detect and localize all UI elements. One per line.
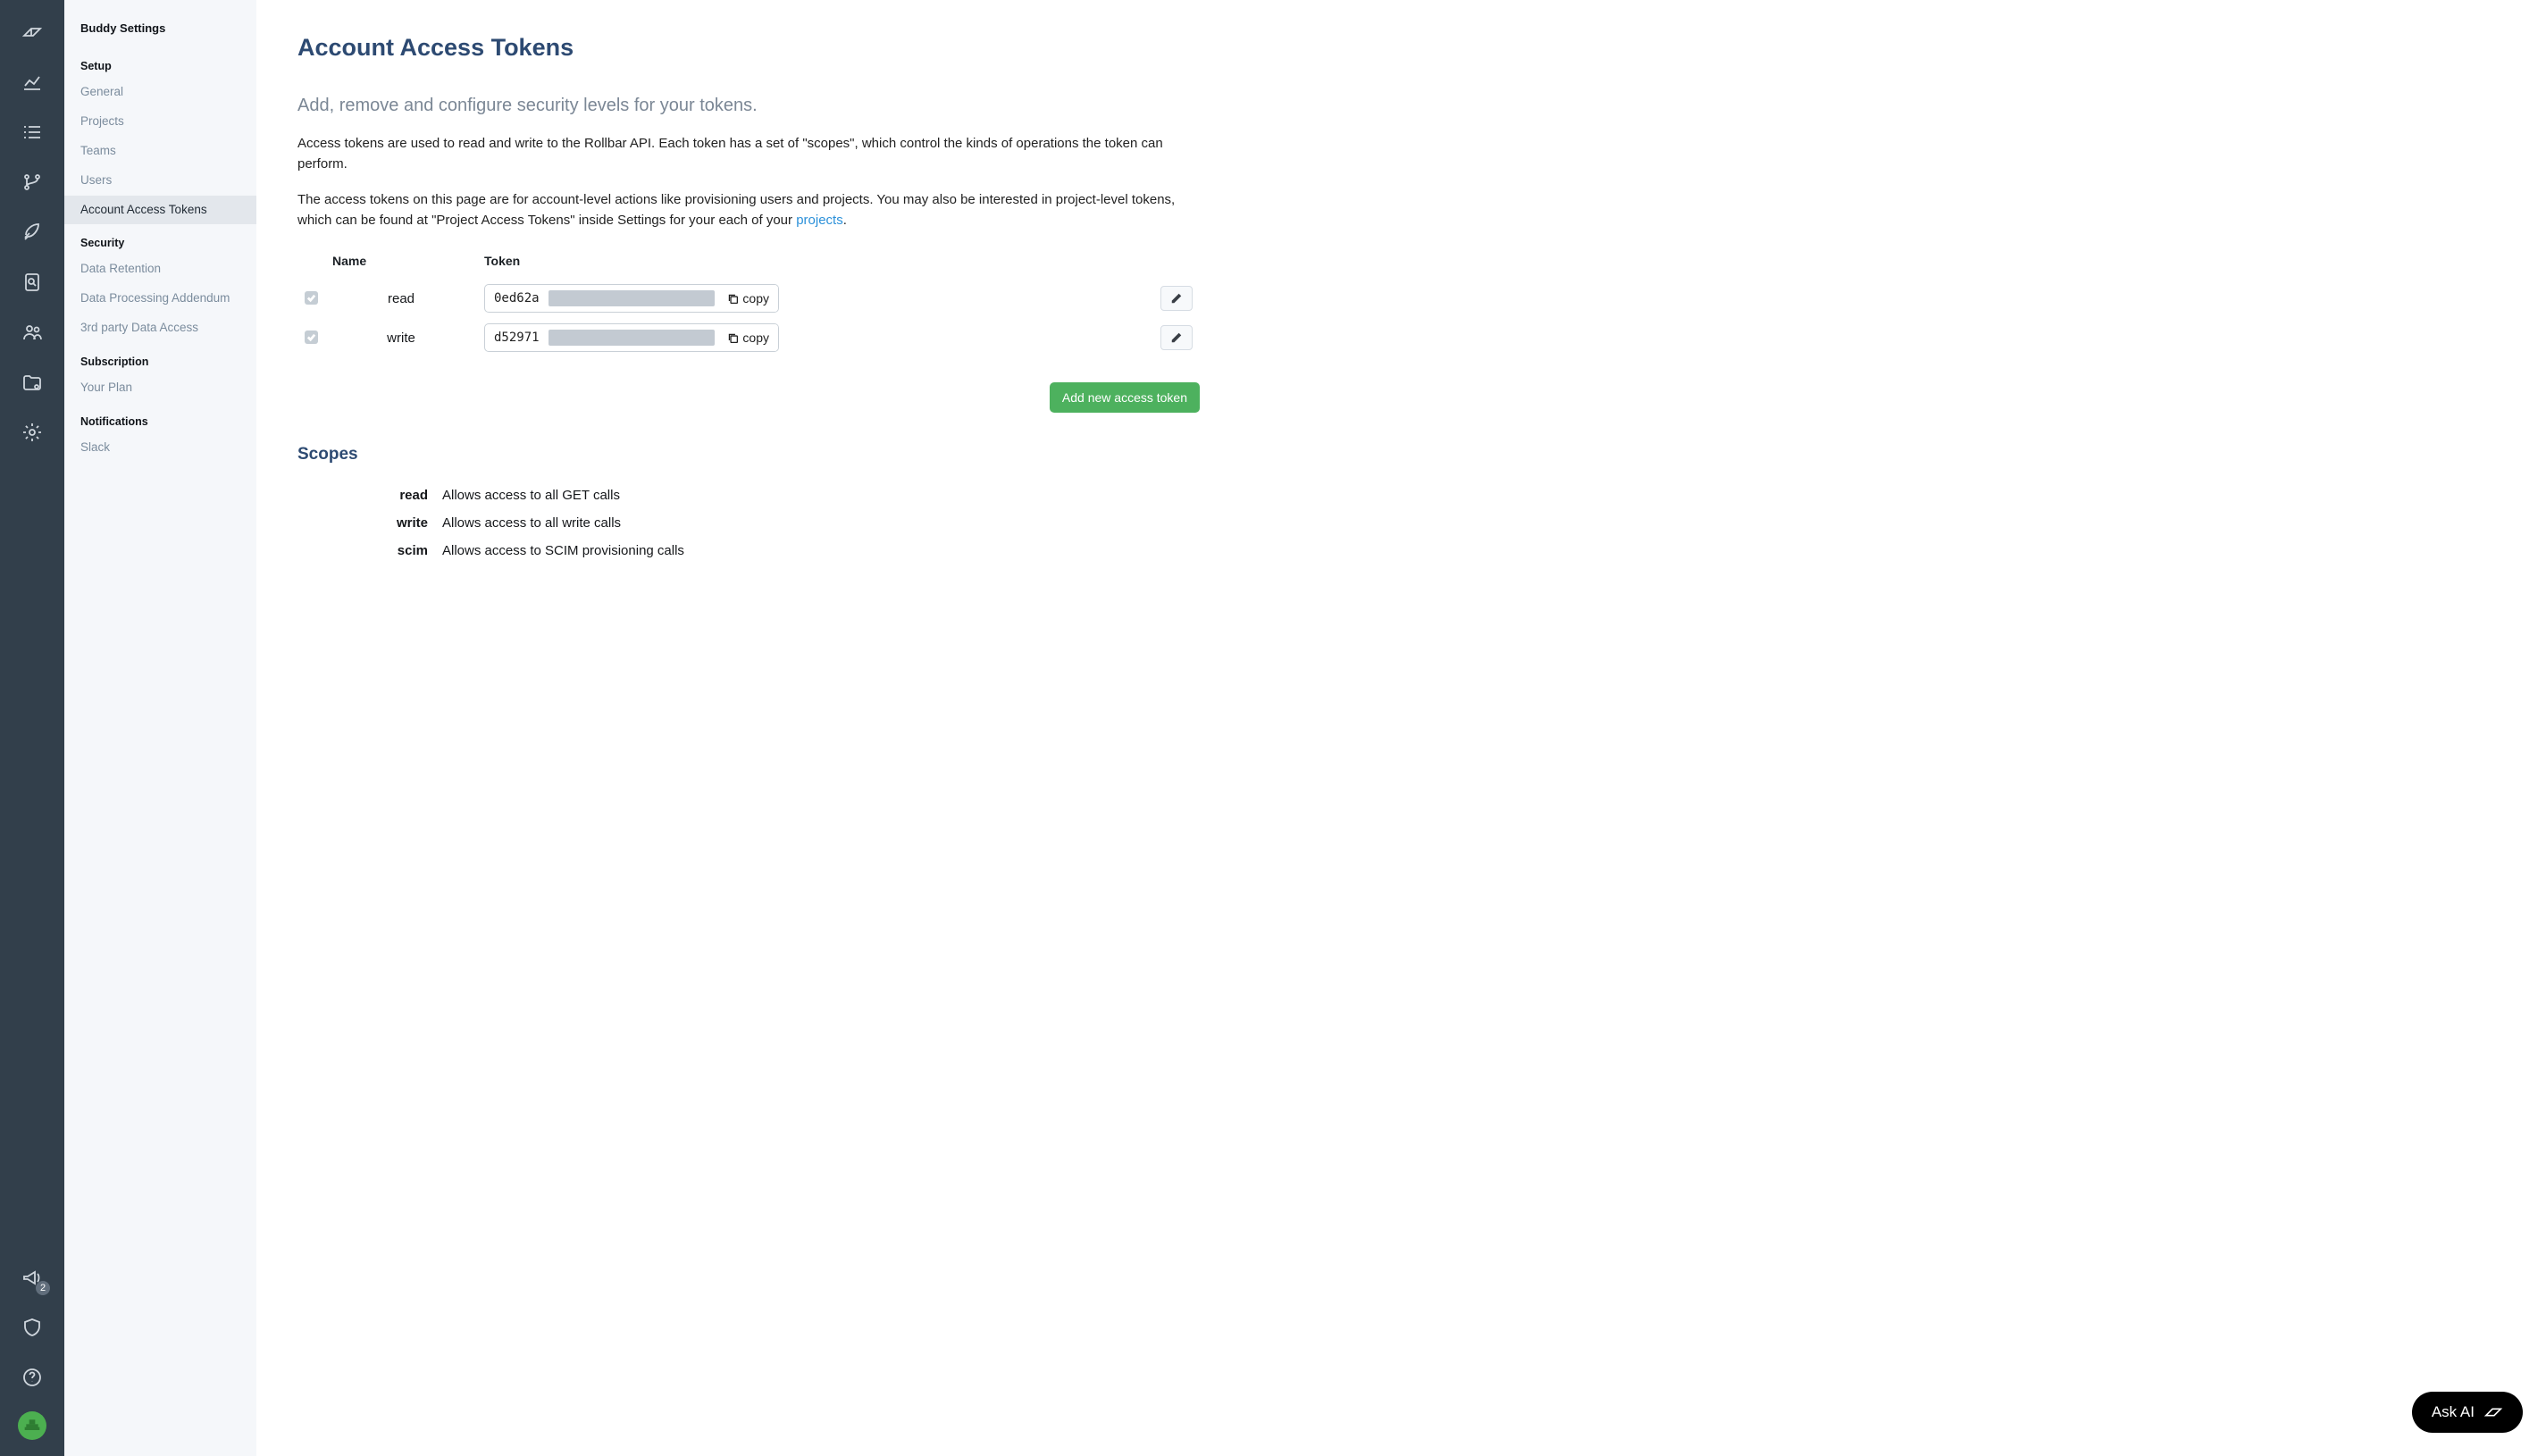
checkbox-disabled: [305, 291, 318, 305]
nav-data-retention[interactable]: Data Retention: [64, 255, 256, 284]
search-doc-icon[interactable]: [16, 266, 48, 298]
folder-settings-icon[interactable]: [16, 366, 48, 398]
nav-general[interactable]: General: [64, 78, 256, 107]
ask-ai-icon: [2483, 1402, 2503, 1422]
add-token-button[interactable]: Add new access token: [1050, 382, 1200, 413]
add-button-row: Add new access token: [297, 382, 1200, 413]
token-name: read: [325, 279, 477, 318]
ask-ai-button[interactable]: Ask AI: [2412, 1392, 2523, 1433]
announce-badge: 2: [36, 1281, 50, 1295]
list-icon[interactable]: [16, 116, 48, 148]
projects-link[interactable]: projects: [796, 213, 843, 228]
sidebar-section-subscription: Subscription: [64, 343, 256, 373]
edit-button[interactable]: [1160, 286, 1193, 311]
announce-icon[interactable]: 2: [16, 1261, 48, 1293]
settings-sidebar: Buddy Settings Setup General Projects Te…: [64, 0, 256, 1456]
sidebar-section-notifications: Notifications: [64, 403, 256, 433]
sidebar-heading: Buddy Settings: [64, 18, 256, 47]
help-icon[interactable]: [16, 1361, 48, 1393]
scopes-title: Scopes: [297, 445, 2505, 464]
nav-slack[interactable]: Slack: [64, 433, 256, 463]
intro-para-2: The access tokens on this page are for a…: [297, 190, 1200, 230]
intro-para-1: Access tokens are used to read and write…: [297, 134, 1200, 174]
token-mask: [549, 290, 716, 306]
gear-icon[interactable]: [16, 416, 48, 448]
sidebar-section-security: Security: [64, 224, 256, 255]
sidebar-section-setup: Setup: [64, 47, 256, 78]
nav-projects[interactable]: Projects: [64, 107, 256, 137]
scope-desc: Allows access to all write calls: [435, 510, 691, 536]
scope-row: scim Allows access to SCIM provisioning …: [299, 538, 691, 564]
scope-desc: Allows access to all GET calls: [435, 482, 691, 508]
nav-your-plan[interactable]: Your Plan: [64, 373, 256, 403]
branch-icon[interactable]: [16, 166, 48, 198]
pencil-icon: [1170, 331, 1183, 344]
scope-name: write: [299, 510, 433, 536]
tokens-table: Name Token read 0ed62a co: [297, 247, 1200, 357]
scope-row: write Allows access to all write calls: [299, 510, 691, 536]
th-name: Name: [325, 247, 477, 279]
token-mask: [549, 330, 716, 346]
scopes-table: read Allows access to all GET calls writ…: [297, 481, 693, 565]
shield-icon[interactable]: [16, 1311, 48, 1343]
th-token: Token: [477, 247, 1146, 279]
copy-label: copy: [742, 331, 769, 345]
copy-label: copy: [742, 291, 769, 305]
table-row: read 0ed62a copy: [297, 279, 1200, 318]
people-icon[interactable]: [16, 316, 48, 348]
table-row: write d52971 copy: [297, 318, 1200, 357]
token-value: 0ed62a: [485, 291, 549, 305]
page-title: Account Access Tokens: [297, 34, 2505, 62]
logo-icon[interactable]: [16, 16, 48, 48]
para2-text-a: The access tokens on this page are for a…: [297, 192, 1175, 228]
token-field: 0ed62a copy: [484, 284, 779, 313]
checkbox-disabled: [305, 331, 318, 344]
copy-icon: [727, 332, 739, 344]
token-name: write: [325, 318, 477, 357]
nav-account-access-tokens[interactable]: Account Access Tokens: [64, 196, 256, 225]
token-value: d52971: [485, 331, 549, 345]
analytics-icon[interactable]: [16, 66, 48, 98]
nav-users[interactable]: Users: [64, 166, 256, 196]
nav-dpa[interactable]: Data Processing Addendum: [64, 284, 256, 314]
edit-button[interactable]: [1160, 325, 1193, 350]
pencil-icon: [1170, 292, 1183, 305]
nav-teams[interactable]: Teams: [64, 137, 256, 166]
icon-rail: 2: [0, 0, 64, 1456]
copy-icon: [727, 293, 739, 305]
copy-button[interactable]: copy: [718, 285, 778, 312]
scope-name: read: [299, 482, 433, 508]
token-field: d52971 copy: [484, 323, 779, 352]
scope-row: read Allows access to all GET calls: [299, 482, 691, 508]
rocket-icon[interactable]: [16, 216, 48, 248]
avatar[interactable]: [18, 1411, 46, 1440]
main-content: Account Access Tokens Add, remove and co…: [256, 0, 2546, 1456]
scope-name: scim: [299, 538, 433, 564]
copy-button[interactable]: copy: [718, 324, 778, 351]
para2-text-b: .: [843, 213, 847, 228]
ask-ai-label: Ask AI: [2432, 1403, 2475, 1421]
page-subtitle: Add, remove and configure security level…: [297, 96, 2505, 116]
nav-3rd-party[interactable]: 3rd party Data Access: [64, 314, 256, 343]
scope-desc: Allows access to SCIM provisioning calls: [435, 538, 691, 564]
